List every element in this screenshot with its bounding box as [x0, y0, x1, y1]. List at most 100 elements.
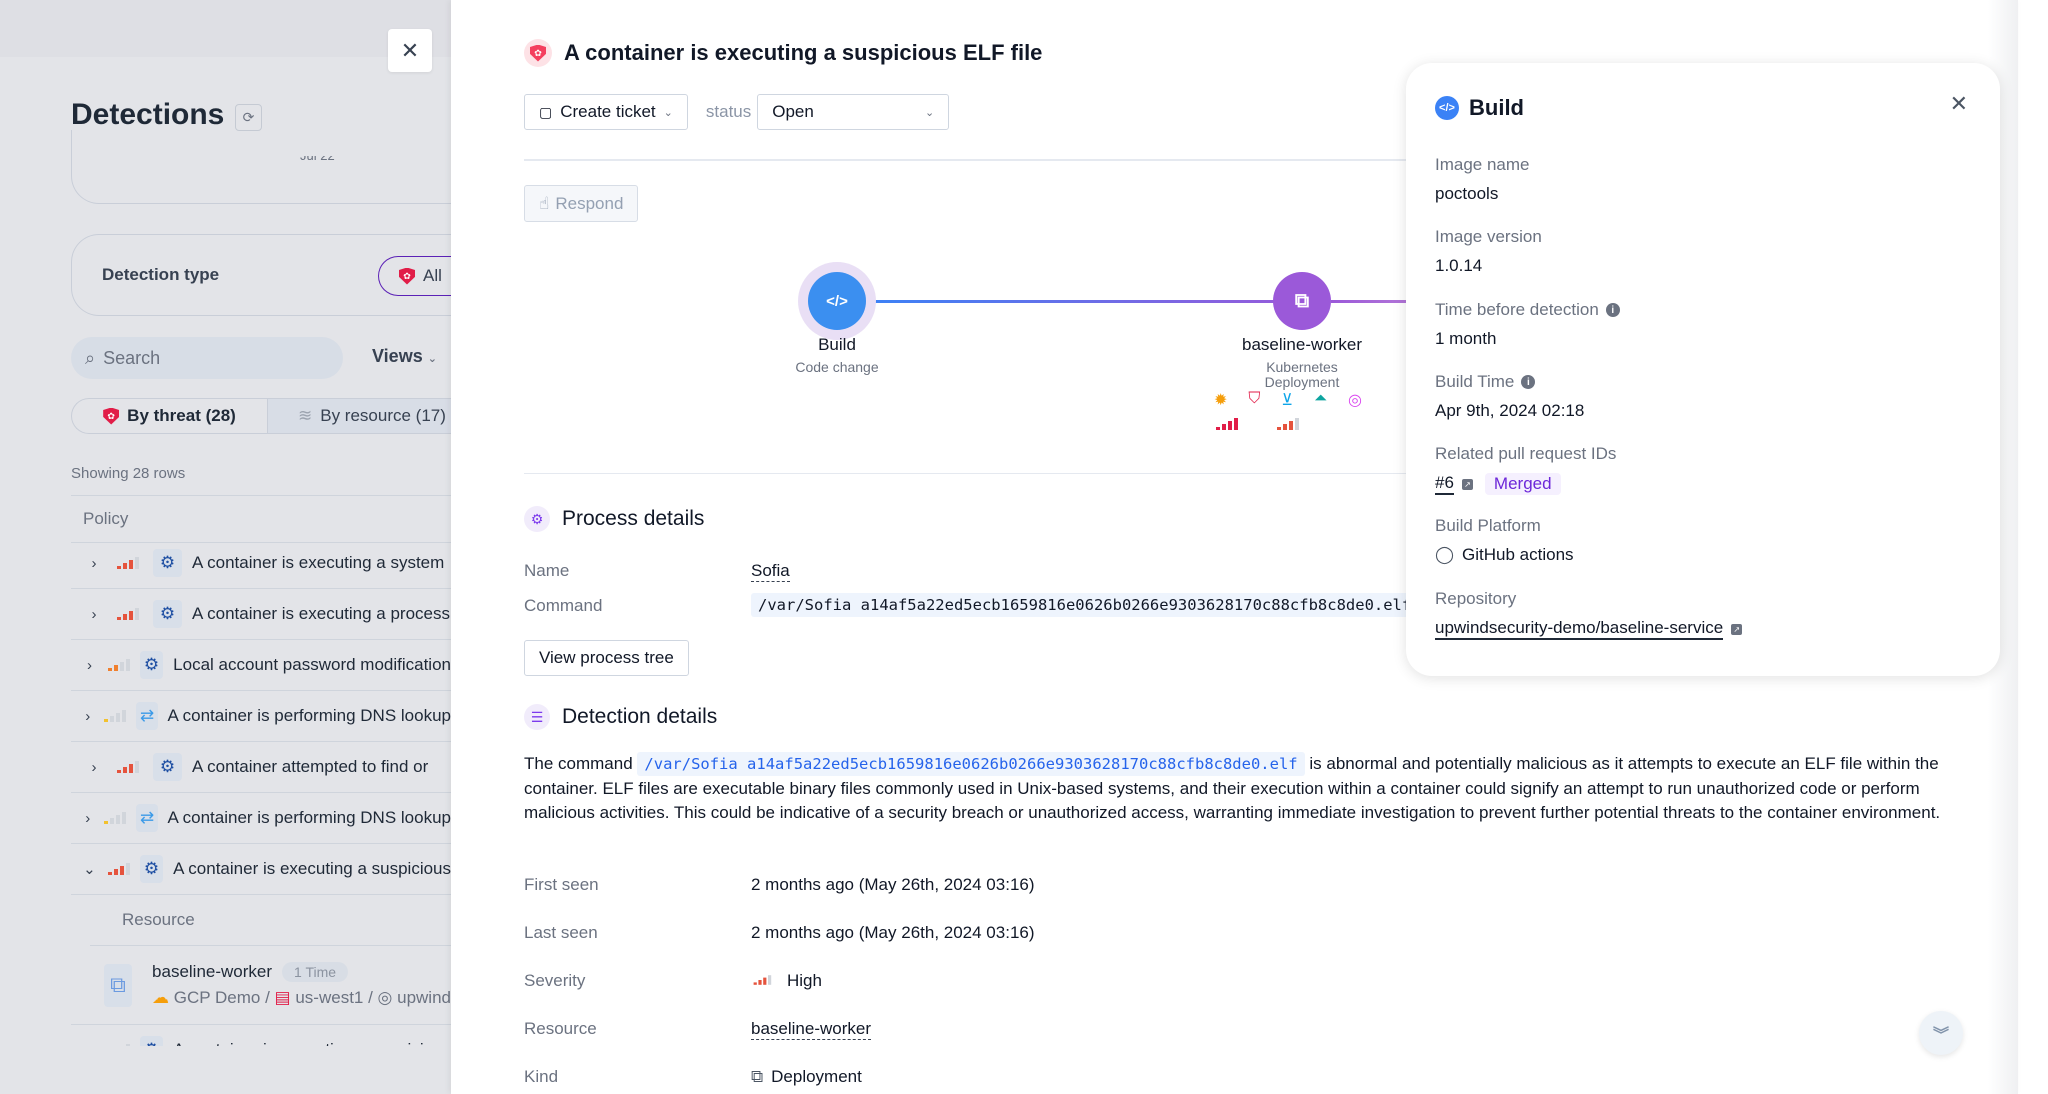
cloud-account: GCP Demo	[173, 988, 261, 1007]
status-value: Open	[772, 102, 814, 121]
pull-request-link[interactable]: #6	[1435, 473, 1454, 495]
views-label: Views	[372, 346, 423, 366]
field-value-text: Deployment	[771, 1067, 862, 1086]
egress-icon[interactable]: ⏶	[1314, 390, 1327, 410]
cluster: upwind	[397, 988, 451, 1007]
field-label: Time before detection	[1435, 300, 1599, 319]
close-icon: ✕	[400, 37, 420, 63]
refresh-button[interactable]: ⟳	[235, 104, 262, 131]
section-title: Process details	[562, 507, 705, 530]
severity-high-icon	[117, 557, 143, 569]
field-value: 2 months ago (May 26th, 2024 03:16)	[751, 875, 1035, 895]
threat-shield-icon[interactable]: ⛉	[1248, 390, 1260, 410]
create-ticket-button[interactable]: ▢ Create ticket ⌄	[524, 94, 688, 130]
table-row[interactable]: › ⇄ A container is performing DNS lookup	[71, 691, 451, 742]
field-label: Last seen	[524, 923, 598, 942]
table-row[interactable]: › ⚙ A container is executing a suspicious	[71, 1025, 451, 1046]
respond-button[interactable]: ☝ Respond	[524, 185, 639, 222]
chevron-down-icon: ⌄	[925, 106, 935, 119]
detection-type-all-pill[interactable]: ✿ All	[378, 256, 451, 296]
image-version-field: Image version 1.0.14	[1435, 227, 1542, 276]
chevron-right-icon[interactable]: ›	[71, 1042, 108, 1047]
desc-command: /var/Sofia a14af5a22ed5ecb1659816e0626b0…	[637, 752, 1305, 776]
fingerprint-icon[interactable]: ◎	[1348, 390, 1362, 410]
deployment-icon: ⧉	[751, 1067, 764, 1086]
table-row[interactable]: › ⇄ A container is performing DNS lookup	[71, 793, 451, 844]
table-row[interactable]: › ⚙ A container is executing a process	[71, 589, 451, 640]
policy-name: A container is executing a system	[192, 553, 445, 572]
close-build-card-button[interactable]: ✕	[1950, 91, 1968, 117]
table-row[interactable]: ⌄ ⚙ A container is executing a suspicious	[71, 844, 451, 895]
ingress-icon[interactable]: ⊻	[1281, 390, 1293, 410]
field-value[interactable]: baseline-worker	[751, 1019, 871, 1040]
gear-icon: ⚙	[153, 549, 182, 577]
threat-shield-icon: ✿	[530, 44, 546, 62]
view-process-tree-label: View process tree	[539, 648, 674, 667]
severity-critical-icon	[1216, 418, 1242, 430]
section-title: Detection details	[562, 705, 718, 728]
create-ticket-label: Create ticket	[560, 102, 656, 121]
code-icon: </>	[826, 292, 848, 310]
table-row[interactable]: › ⚙ A container is executing a system	[71, 538, 451, 589]
severity-high-icon	[107, 863, 130, 875]
field-label: Command	[524, 596, 603, 615]
search-input[interactable]: ⌕ Search	[71, 337, 343, 379]
bug-icon[interactable]: ✹	[1214, 390, 1227, 410]
row-count: Showing 28 rows	[71, 465, 186, 482]
process-details-heading: ⚙ Process details	[524, 506, 704, 532]
ticket-icon: ▢	[539, 103, 553, 120]
chevron-right-icon[interactable]: ›	[71, 810, 104, 827]
detection-list: › ⚙ A container is executing a system › ⚙ A c…	[71, 538, 451, 1046]
process-name-value[interactable]: Sofia	[751, 561, 790, 582]
graph-node-build[interactable]: </>	[808, 272, 866, 330]
external-link-icon[interactable]: ↗	[1461, 478, 1473, 490]
info-icon[interactable]: i	[1521, 375, 1536, 389]
field-value-text: baseline-worker	[751, 1019, 871, 1038]
tab-by-resource[interactable]: ≋ By resource (17)	[268, 399, 451, 433]
chevron-down-icon[interactable]: ⌄	[71, 860, 108, 878]
chevron-right-icon[interactable]: ›	[71, 606, 117, 623]
threat-icon-badge: ✿	[524, 39, 552, 67]
severity-high-icon	[753, 975, 775, 985]
external-link-icon[interactable]: ↗	[1731, 623, 1743, 635]
badge-severities	[1216, 418, 1313, 430]
status-select[interactable]: Open ⌄	[757, 94, 950, 130]
build-details-popover: </> Build ✕ Image name poctools Image ve…	[1406, 63, 2000, 676]
severity-high-icon	[108, 1044, 130, 1046]
tab-label: By threat (28)	[127, 406, 236, 425]
severity-medium-icon	[107, 659, 130, 671]
group-by-toggle: ✿ By threat (28) ≋ By resource (17)	[71, 398, 451, 434]
gear-icon: ⚙	[139, 651, 164, 679]
views-dropdown[interactable]: Views ⌄	[372, 346, 437, 367]
github-icon: ◯	[1435, 545, 1455, 564]
chevron-right-icon[interactable]: ›	[71, 759, 117, 776]
repository-link[interactable]: upwindsecurity-demo/baseline-service	[1435, 618, 1724, 640]
detections-panel: ✕ Detections ⟳ Jul 22 Detection type ✿ A…	[0, 0, 451, 1094]
image-name-field: Image name poctools	[1435, 155, 1530, 204]
column-header-policy[interactable]: Policy	[71, 496, 451, 543]
scroll-down-button[interactable]: ︾	[1919, 1011, 1963, 1055]
info-icon[interactable]: i	[1605, 303, 1620, 317]
gear-icon: ⚙	[524, 506, 550, 532]
field-label: Image name	[1435, 155, 1530, 174]
severity-low-icon	[104, 710, 127, 722]
chevron-right-icon[interactable]: ›	[71, 708, 104, 725]
tab-by-threat[interactable]: ✿ By threat (28)	[72, 399, 268, 433]
gear-icon: ⚙	[139, 855, 164, 883]
field-label: Image version	[1435, 227, 1542, 246]
resource-row[interactable]: ⧉ baseline-worker 1 Time ☁ GCP Demo / ▤ us-…	[71, 946, 451, 1025]
chevron-right-icon[interactable]: ›	[71, 657, 108, 674]
view-process-tree-button[interactable]: View process tree	[524, 640, 689, 676]
threat-shield-icon: ✿	[399, 267, 415, 285]
policy-name: A container is performing DNS lookup	[167, 706, 451, 725]
page-title: Detections	[71, 98, 225, 131]
command-value: /var/Sofia a14af5a22ed5ecb1659816e0626b0…	[751, 593, 1419, 617]
table-row[interactable]: › ⚙ Local account password modification	[71, 640, 451, 691]
field-value-text: High	[787, 971, 822, 990]
gear-icon: ⚙	[153, 753, 182, 781]
table-row[interactable]: › ⚙ A container attempted to find or	[71, 742, 451, 793]
chevron-right-icon[interactable]: ›	[71, 555, 117, 572]
field-label: Build Time	[1435, 372, 1515, 391]
close-detail-button[interactable]: ✕	[388, 29, 432, 72]
graph-node-baseline-worker[interactable]: ⧉	[1273, 272, 1331, 330]
